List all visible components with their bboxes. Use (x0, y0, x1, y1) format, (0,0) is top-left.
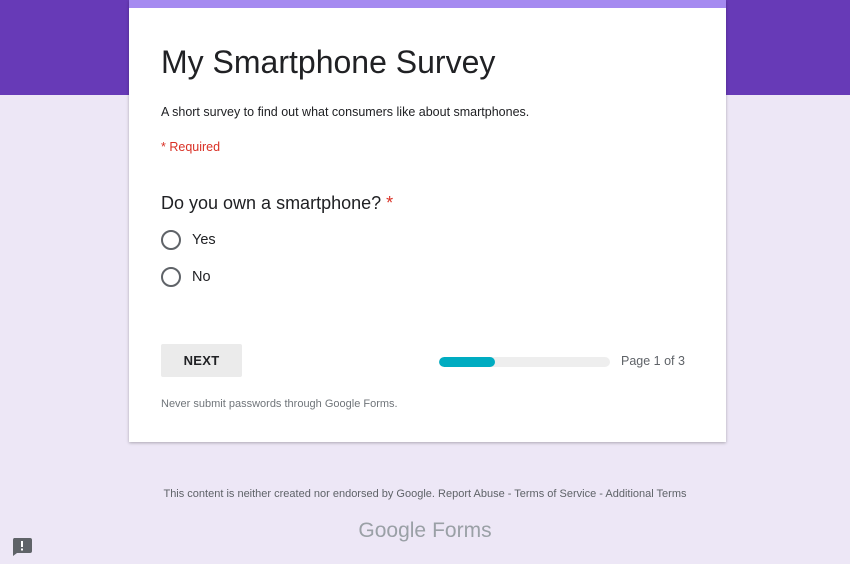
google-forms-logo: Google Forms (0, 519, 850, 543)
additional-terms-link[interactable]: Additional Terms (605, 488, 686, 500)
question-text: Do you own a smartphone? (161, 193, 382, 213)
password-warning: Never submit passwords through Google Fo… (161, 398, 398, 410)
card-accent-bar (129, 0, 726, 8)
disclaimer-text: This content is neither created nor endo… (163, 488, 435, 500)
required-asterisk: * (386, 193, 394, 213)
page-indicator: Page 1 of 3 (621, 354, 685, 368)
exclamation-feedback-icon[interactable] (12, 538, 32, 556)
logo-google-text: Google (358, 519, 427, 542)
option-no-label: No (192, 269, 211, 285)
form-description: A short survey to find out what consumer… (161, 105, 530, 119)
footer-separator: - (507, 488, 512, 500)
form-card: My Smartphone Survey A short survey to f… (129, 0, 726, 442)
option-yes[interactable]: Yes (161, 229, 216, 251)
form-title: My Smartphone Survey (161, 44, 496, 80)
radio-no[interactable] (161, 267, 181, 287)
question-title: Do you own a smartphone? * (161, 193, 393, 214)
progress-bar-fill (439, 357, 496, 367)
option-no[interactable]: No (161, 266, 211, 288)
next-button[interactable]: NEXT (161, 344, 242, 377)
footer-disclaimer: This content is neither created nor endo… (0, 488, 850, 500)
logo-forms-text: Forms (432, 519, 492, 542)
progress-bar (439, 357, 610, 367)
required-note: * Required (161, 140, 221, 154)
radio-yes[interactable] (161, 230, 181, 250)
terms-of-service-link[interactable]: Terms of Service (514, 488, 596, 500)
option-yes-label: Yes (192, 232, 216, 248)
footer-separator: - (599, 488, 603, 500)
report-abuse-link[interactable]: Report Abuse (438, 488, 505, 500)
